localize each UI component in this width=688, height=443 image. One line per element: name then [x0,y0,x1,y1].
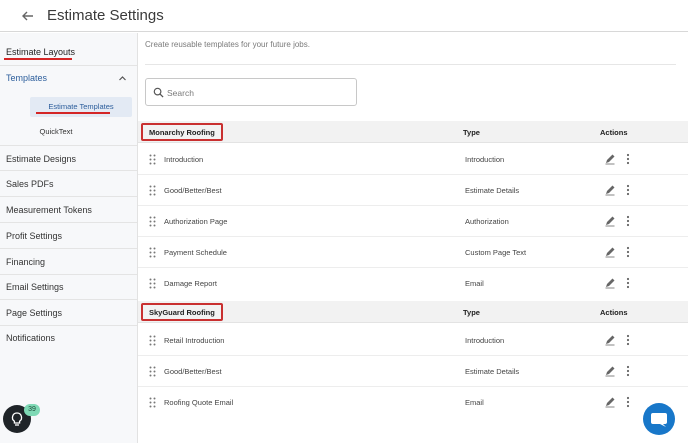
sidebar-item-templates-label: Templates [6,73,48,83]
template-type: Estimate Details [465,367,520,376]
template-type: Email [465,398,484,407]
column-header-actions: Actions [600,308,628,317]
sidebar-sub-estimate-templates[interactable]: Estimate Templates [30,97,132,117]
drag-handle-icon[interactable] [149,278,156,289]
template-name: Authorization Page [164,217,228,226]
column-header-type: Type [463,308,480,317]
table-row[interactable]: Roofing Quote Email Email [138,387,688,418]
sidebar-item-measurement-tokens[interactable]: Measurement Tokens [0,197,137,223]
chat-bubble-icon [651,413,667,427]
back-arrow-icon[interactable] [18,6,38,26]
table-row[interactable]: Good/Better/Best Estimate Details [138,356,688,387]
more-vertical-icon[interactable] [624,153,632,165]
section-divider [145,64,676,65]
template-type: Authorization [465,217,509,226]
sidebar-sub-quicktext[interactable]: QuickText [30,123,82,141]
table-row[interactable]: Damage Report Email [138,268,688,299]
sidebar-item-sales-pdfs[interactable]: Sales PDFs [0,171,137,197]
more-vertical-icon[interactable] [624,396,632,408]
main-content: Create reusable templates for your futur… [138,33,688,443]
table-row[interactable]: Retail Introduction Introduction [138,325,688,356]
search-icon [153,87,164,98]
sidebar-item-email-settings[interactable]: Email Settings [0,274,137,300]
sidebar-item-estimate-layouts[interactable]: Estimate Layouts [0,39,137,65]
column-header-type: Type [463,128,480,137]
estimate-templates-underline [36,112,110,114]
template-type: Estimate Details [465,186,520,195]
pencil-icon[interactable] [604,277,616,289]
sidebar-item-page-settings[interactable]: Page Settings [0,300,137,326]
template-name: Payment Schedule [164,248,227,257]
table-row[interactable]: Good/Better/Best Estimate Details [138,175,688,206]
more-vertical-icon[interactable] [624,246,632,258]
group-name: SkyGuard Roofing [141,303,223,321]
template-type: Introduction [465,336,505,345]
table-row[interactable]: Authorization Page Authorization [138,206,688,237]
more-vertical-icon[interactable] [624,215,632,227]
more-vertical-icon[interactable] [624,365,632,377]
drag-handle-icon[interactable] [149,366,156,377]
group-header-monarchy-roofing: Monarchy Roofing Type Actions [138,121,688,143]
chevron-up-icon[interactable] [118,65,127,93]
drag-handle-icon[interactable] [149,185,156,196]
sidebar-item-estimate-designs[interactable]: Estimate Designs [0,145,137,171]
template-type: Custom Page Text [465,248,527,257]
group-header-skyguard-roofing: SkyGuard Roofing Type Actions [138,301,688,323]
drag-handle-icon[interactable] [149,397,156,408]
drag-handle-icon[interactable] [149,247,156,258]
search-box[interactable] [145,78,357,106]
search-input[interactable] [167,84,347,101]
template-name: Introduction [164,155,204,164]
top-bar: Estimate Settings [0,0,688,32]
more-vertical-icon[interactable] [624,184,632,196]
template-type: Email [465,279,484,288]
intro-text: Create reusable templates for your futur… [145,40,310,49]
drag-handle-icon[interactable] [149,154,156,165]
pencil-icon[interactable] [604,396,616,408]
more-vertical-icon[interactable] [624,277,632,289]
page-title: Estimate Settings [47,7,164,24]
sidebar-item-notifications[interactable]: Notifications [0,325,137,351]
sidebar-item-financing[interactable]: Financing [0,249,137,275]
template-name: Damage Report [164,279,217,288]
template-name: Retail Introduction [164,336,225,345]
more-vertical-icon[interactable] [624,334,632,346]
template-type: Introduction [465,155,505,164]
table-row[interactable]: Payment Schedule Custom Page Text [138,237,688,268]
pencil-icon[interactable] [604,246,616,258]
template-name: Roofing Quote Email [164,398,234,407]
pencil-icon[interactable] [604,184,616,196]
template-name: Good/Better/Best [164,186,222,195]
chat-launcher-button[interactable] [643,403,675,435]
estimate-layouts-underline [4,58,72,60]
pencil-icon[interactable] [604,334,616,346]
notification-badge: 39 [24,404,40,416]
template-name: Good/Better/Best [164,367,222,376]
group-name: Monarchy Roofing [141,123,223,141]
drag-handle-icon[interactable] [149,335,156,346]
sidebar-item-profit-settings[interactable]: Profit Settings [0,223,137,249]
sidebar-item-templates[interactable]: Templates [0,65,137,91]
table-row[interactable]: Introduction Introduction [138,144,688,175]
pencil-icon[interactable] [604,365,616,377]
drag-handle-icon[interactable] [149,216,156,227]
pencil-icon[interactable] [604,153,616,165]
sidebar: Estimate Layouts Templates Estimate Temp… [0,33,138,443]
column-header-actions: Actions [600,128,628,137]
pencil-icon[interactable] [604,215,616,227]
